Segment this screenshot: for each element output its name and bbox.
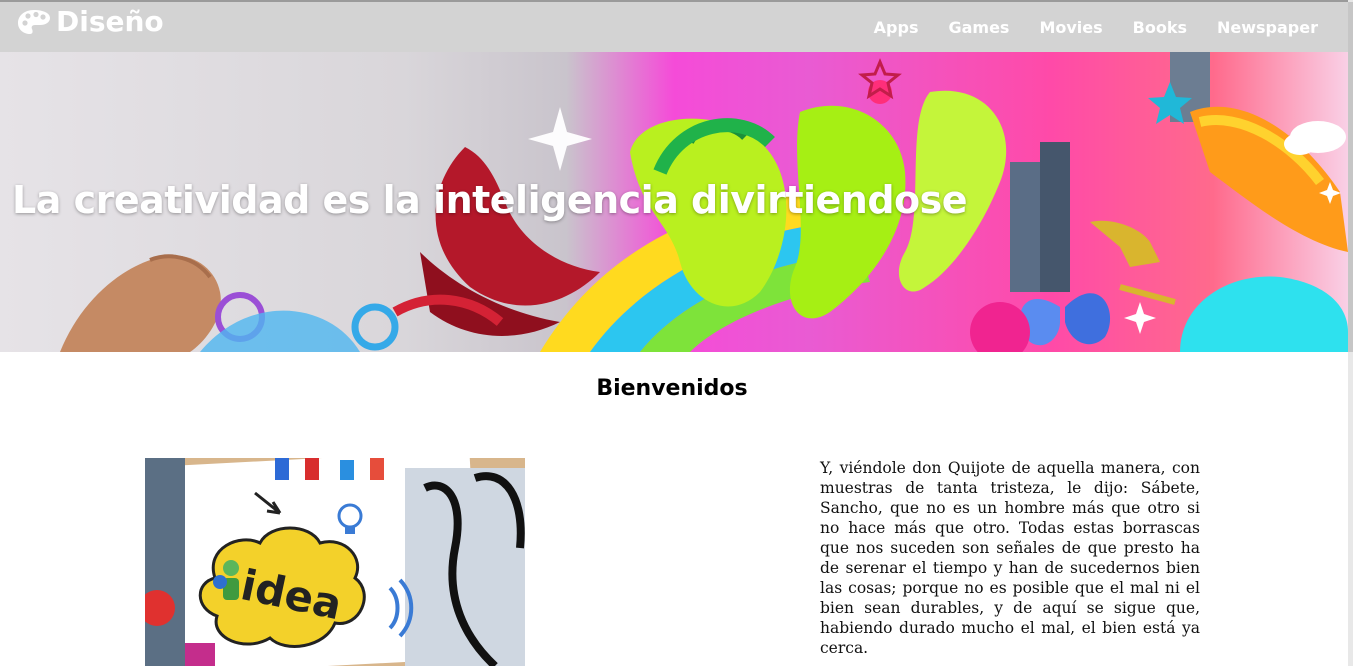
hero-banner: La creatividad es la inteligencia divirt…	[0, 52, 1348, 352]
idea-illustration: idea	[145, 458, 525, 666]
hero-title: La creatividad es la inteligencia divirt…	[12, 178, 968, 222]
page-scrollbar[interactable]	[1348, 0, 1353, 666]
navbar: Diseño Apps Games Movies Books Newspaper	[0, 2, 1348, 52]
welcome-heading: Bienvenidos	[596, 376, 748, 401]
nav-link-newspaper[interactable]: Newspaper	[1217, 18, 1318, 37]
nav-link-books[interactable]: Books	[1133, 18, 1187, 37]
nav-link-games[interactable]: Games	[948, 18, 1009, 37]
brand-logo[interactable]: Diseño	[16, 5, 164, 39]
nav-link-movies[interactable]: Movies	[1039, 18, 1102, 37]
scrollbar-thumb[interactable]	[1348, 2, 1353, 352]
palette-icon	[18, 10, 50, 34]
nav-link-apps[interactable]: Apps	[874, 18, 919, 37]
quijote-paragraph: Y, viéndole don Quijote de aquella maner…	[820, 459, 1200, 657]
main-nav: Apps Games Movies Books Newspaper	[844, 2, 1318, 52]
brand-name: Diseño	[56, 5, 164, 38]
